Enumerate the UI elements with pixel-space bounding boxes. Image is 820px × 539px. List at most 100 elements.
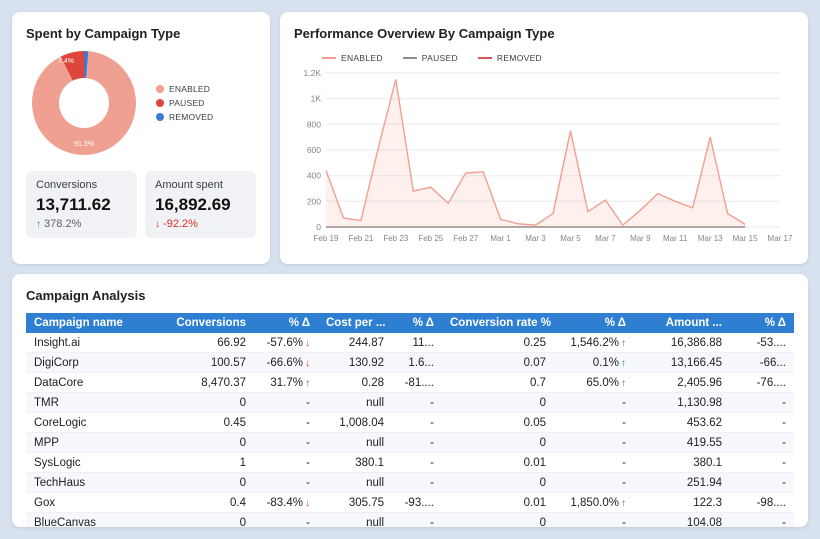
table-cell: - — [554, 412, 634, 433]
table-header-cell[interactable]: % Δ — [254, 313, 318, 333]
campaign-name-cell: SysLogic — [26, 452, 166, 473]
table-header-cell[interactable]: Conversions — [166, 313, 254, 333]
x-tick-label: Mar 3 — [525, 234, 546, 243]
campaign-name-cell: MPP — [26, 432, 166, 453]
donut-slice-label-enabled: 91.3% — [74, 141, 94, 148]
stat-label: Conversions — [36, 179, 98, 191]
donut-chart[interactable]: 7.4% 91.3% — [32, 51, 136, 155]
table-cell: null — [318, 512, 392, 527]
table-row[interactable]: TechHaus 0- null -0-251.94- — [26, 472, 794, 493]
y-tick-label: 1K — [311, 94, 322, 104]
table-header-cell[interactable]: Amount ... — [634, 313, 730, 333]
table-cell: - — [730, 472, 794, 493]
line-chart[interactable]: 0 200 400 600 800 1K 1.2K Feb 19 Feb 21 Feb 23 Feb… — [294, 65, 794, 250]
table-cell: 2,405.96 — [634, 372, 730, 393]
table-header-cell[interactable]: Cost per ... — [318, 313, 392, 333]
table-cell: 1,546.2% ↑ — [554, 333, 634, 353]
table-cell: -57.6% ↓ — [254, 333, 318, 353]
table-cell: -81.... — [392, 372, 442, 393]
legend-dot-icon — [156, 85, 164, 93]
table-cell: - — [254, 452, 318, 473]
x-tick-label: Mar 17 — [768, 234, 793, 243]
stat-label: Amount spent — [155, 179, 223, 191]
legend-dot-icon — [156, 99, 164, 107]
area-series-enabled — [326, 79, 746, 228]
table-cell: - — [254, 512, 318, 527]
line-chart-svg[interactable]: 0 200 400 600 800 1K 1.2K Feb 19 Feb 21 Feb 23 Feb… — [294, 65, 794, 247]
arrow-up-icon: ↑ — [305, 377, 310, 389]
table-row[interactable]: BlueCanvas 0- null -0-104.08- — [26, 512, 794, 527]
table-cell: 11... — [392, 333, 442, 353]
donut-legend-item[interactable]: PAUSED — [156, 98, 213, 108]
table-row[interactable]: Insight.ai 66.92 -57.6% ↓ 244.87 11... 0.25 1,5… — [26, 333, 794, 353]
table-cell: - — [554, 472, 634, 493]
table-header-cell[interactable]: % Δ — [554, 313, 634, 333]
campaign-name-cell: Gox — [26, 492, 166, 513]
table-cell: 0 — [166, 472, 254, 493]
table-cell: - — [392, 512, 442, 527]
table-header-cell[interactable]: % Δ — [730, 313, 794, 333]
table-cell: - — [392, 392, 442, 413]
x-tick-label: Mar 7 — [595, 234, 616, 243]
line-legend-label: PAUSED — [421, 53, 458, 63]
arrow-down-icon: ↓ — [305, 337, 310, 349]
table-cell: 0 — [442, 472, 554, 493]
table-header-cell[interactable]: Campaign name — [26, 313, 166, 333]
table-cell: -83.4% ↓ — [254, 492, 318, 513]
donut-legend-item[interactable]: REMOVED — [156, 112, 213, 122]
campaign-name-cell: BlueCanvas — [26, 512, 166, 527]
table-row[interactable]: CoreLogic 0.45-1,008.04-0.05-453.62- — [26, 412, 794, 433]
table-row[interactable]: DigiCorp 100.57 -66.6% ↓ 130.92 1.6... 0.07 0.1… — [26, 352, 794, 373]
stat-value: 13,711.62 — [36, 195, 111, 214]
campaign-analysis-card: Campaign Analysis Campaign name Conversio… — [12, 274, 808, 527]
table-row[interactable]: MPP 0- null -0-419.55- — [26, 432, 794, 453]
campaign-name-cell: DigiCorp — [26, 352, 166, 373]
table-header-cell[interactable]: % Δ — [392, 313, 442, 333]
table-cell: - — [730, 412, 794, 433]
table-card-title: Campaign Analysis — [26, 288, 146, 303]
x-tick-label: Mar 5 — [560, 234, 581, 243]
table-cell: - — [730, 392, 794, 413]
table-cell: null — [318, 392, 392, 413]
table-cell: 419.55 — [634, 432, 730, 453]
table-cell: 0 — [166, 512, 254, 527]
line-legend-item[interactable]: PAUSED — [402, 53, 458, 63]
x-tick-label: Feb 19 — [314, 234, 339, 243]
donut-legend-item[interactable]: ENABLED — [156, 84, 213, 94]
y-tick-label: 200 — [307, 196, 321, 206]
table-header-cell[interactable]: Conversion rate % — [442, 313, 554, 333]
campaign-name-cell: Insight.ai — [26, 333, 166, 353]
campaign-name-cell: DataCore — [26, 372, 166, 393]
table-row[interactable]: Gox 0.4 -83.4% ↓ 305.75 -93.... 0.01 1,850.0% ↑ 1… — [26, 492, 794, 513]
table-cell: 16,386.88 — [634, 333, 730, 353]
x-tick-label: Mar 11 — [663, 234, 688, 243]
legend-line-icon — [402, 57, 417, 59]
top-row: Spent by Campaign Type 7.4% 91.3% ENABLE… — [12, 12, 808, 264]
table-cell: 8,470.37 — [166, 372, 254, 393]
table-cell: null — [318, 432, 392, 453]
arrow-down-icon: ↓ — [305, 357, 310, 369]
x-tick-label: Feb 21 — [348, 234, 373, 243]
table-cell: 0 — [442, 432, 554, 453]
table-cell: 1.6... — [392, 352, 442, 373]
x-tick-label: Mar 15 — [733, 234, 758, 243]
table-header-row: Campaign name Conversions% Δ Cost per ...%… — [26, 313, 794, 333]
table-row[interactable]: TMR 0- null -0-1,130.98- — [26, 392, 794, 413]
table-cell: 0.07 — [442, 352, 554, 373]
table-cell: 0.45 — [166, 412, 254, 433]
table-cell: - — [730, 512, 794, 527]
stat-value: 16,892.69 — [155, 195, 231, 214]
line-legend-item[interactable]: REMOVED — [477, 53, 542, 63]
table-row[interactable]: SysLogic 1-380.1-0.01-380.1- — [26, 452, 794, 473]
table-cell: - — [254, 412, 318, 433]
y-tick-label: 400 — [307, 171, 321, 181]
donut-card-title: Spent by Campaign Type — [26, 26, 181, 41]
table-row[interactable]: DataCore 8,470.37 31.7% ↑ 0.28 -81.... 0.7 65.0… — [26, 372, 794, 393]
line-legend-item[interactable]: ENABLED — [322, 53, 383, 63]
y-tick-label: 800 — [307, 119, 321, 129]
campaign-name-cell: TMR — [26, 392, 166, 413]
line-chart-legend: ENABLED PAUSED REMOVED — [322, 53, 794, 63]
arrow-up-icon: ↑ — [621, 497, 626, 509]
table-cell: -53.... — [730, 333, 794, 353]
table-cell: 0 — [442, 512, 554, 527]
